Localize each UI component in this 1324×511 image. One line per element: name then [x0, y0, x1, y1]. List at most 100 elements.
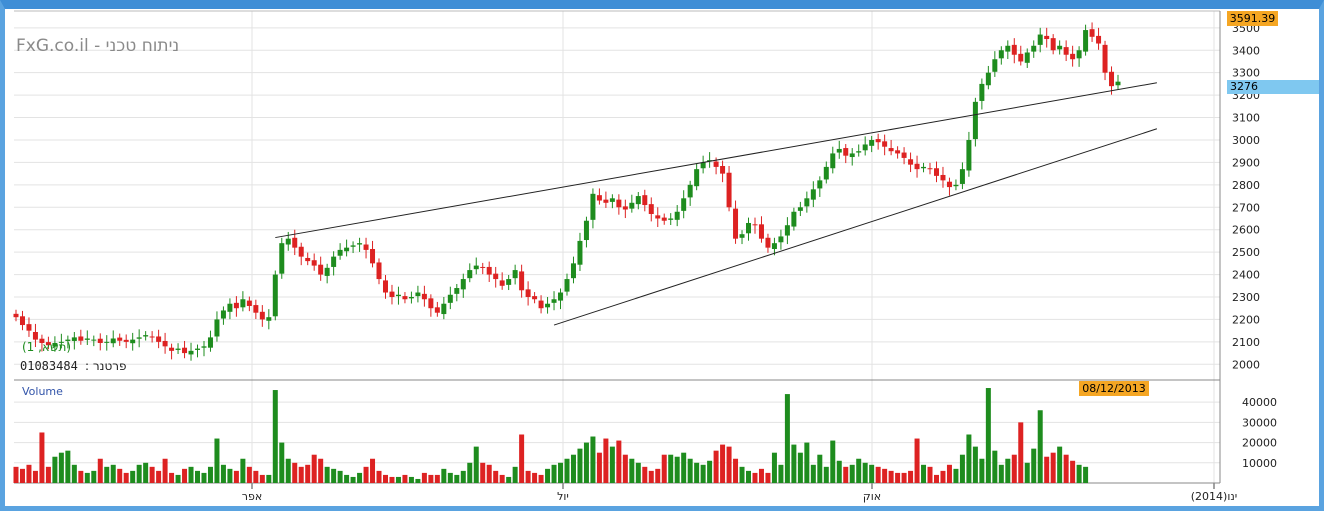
volume-bar: [577, 448, 583, 483]
candle-body: [784, 225, 790, 236]
candle-body: [117, 337, 123, 341]
candle-body: [603, 199, 609, 203]
candle-body: [558, 292, 564, 301]
candle-body: [694, 169, 700, 187]
y-tick-label: 2000: [1232, 358, 1260, 371]
volume-bar: [91, 470, 97, 483]
volume-bar: [564, 458, 570, 483]
volume-bar: [609, 446, 615, 483]
candle-body: [1037, 34, 1043, 45]
candle-body: [512, 270, 518, 279]
volume-bar: [1031, 448, 1037, 483]
candle-body: [778, 236, 784, 243]
date-tag: 08/12/2013: [1079, 381, 1149, 396]
watermark-title: FxG.co.il - ניתוח טכני: [16, 36, 180, 56]
volume-bar: [279, 442, 285, 483]
volume-bar: [823, 466, 829, 483]
volume-bar: [447, 472, 453, 483]
volume-bar: [927, 466, 933, 483]
candle-body: [648, 204, 654, 215]
candle-body: [804, 198, 810, 207]
candle-body: [1011, 44, 1017, 55]
candle-body: [609, 198, 615, 202]
x-tick-label: יול: [557, 490, 569, 503]
candle-body: [162, 340, 168, 347]
candle-body: [169, 347, 175, 351]
candle-body: [914, 163, 920, 170]
volume-bar: [71, 464, 77, 483]
candle-body: [246, 300, 252, 306]
volume-bar: [661, 454, 667, 483]
candle-body: [305, 257, 311, 262]
candle-body: [895, 150, 901, 154]
candle-body: [460, 279, 466, 290]
candle-body: [1109, 71, 1115, 87]
volume-bar: [175, 474, 181, 483]
candle-body: [266, 317, 272, 321]
y-tick-label: 2100: [1232, 336, 1260, 349]
candle-body: [985, 72, 991, 86]
volume-bar: [519, 434, 525, 483]
candle-body: [570, 263, 576, 279]
candle-body: [408, 297, 414, 299]
candle-body: [1018, 53, 1024, 62]
volume-bar: [136, 464, 142, 483]
volume-bar: [84, 472, 90, 483]
volume-bar: [512, 466, 518, 483]
candle-body: [447, 294, 453, 303]
candle-body: [285, 238, 291, 245]
volume-bar: [1076, 464, 1082, 483]
candle-body: [726, 172, 732, 208]
volume-bar: [616, 440, 622, 483]
volume-bar: [655, 468, 661, 483]
candle-body: [1024, 52, 1030, 63]
candle-body: [882, 141, 888, 147]
volume-bar: [32, 470, 38, 483]
candle-body: [979, 83, 985, 101]
volume-tick-label: 20000: [1242, 437, 1277, 450]
candle-body: [583, 220, 589, 241]
volume-bar: [1083, 466, 1089, 483]
candle-body: [110, 338, 116, 344]
candle-body: [84, 338, 90, 340]
volume-bar: [765, 472, 771, 483]
price-chart: 2000 2100 2200 2300 2400 2500 2600 2700 2800 2900…: [13, 10, 1277, 503]
volume-bar: [985, 388, 991, 483]
candle-body: [1089, 29, 1095, 37]
y-tick-label: 3400: [1232, 44, 1260, 57]
volume-bar: [1024, 462, 1030, 483]
candle-body: [739, 234, 745, 238]
candle-body: [357, 243, 363, 245]
volume-bar: [810, 464, 816, 483]
candle-body: [966, 139, 972, 171]
candle-body: [143, 335, 149, 337]
candle-body: [149, 336, 155, 338]
volume-bar: [246, 466, 252, 483]
candle-body: [998, 50, 1004, 59]
volume-bar: [182, 468, 188, 483]
volume-bar: [700, 464, 706, 483]
candle-body: [933, 168, 939, 176]
partner-prefix-text: פרטנר: [92, 359, 127, 373]
candle-body: [91, 339, 97, 341]
x-tick-label: אוק: [863, 490, 881, 503]
candle-body: [992, 59, 998, 72]
volume-bar: [933, 474, 939, 483]
volume-bar: [629, 458, 635, 483]
volume-bar: [13, 466, 19, 483]
volume-bar: [940, 470, 946, 483]
candle-body: [940, 174, 946, 181]
volume-bar: [389, 476, 395, 483]
candle-body: [551, 299, 557, 303]
volume-bar: [188, 466, 194, 483]
volume-bar: [784, 394, 790, 483]
volume-bar: [52, 456, 58, 483]
candle-body: [946, 181, 952, 188]
volume-bar: [992, 450, 998, 483]
candle-body: [1044, 35, 1050, 40]
volume-bar: [648, 470, 654, 483]
volume-bar: [888, 470, 894, 483]
volume-bar: [998, 464, 1004, 483]
candle-body: [746, 222, 752, 234]
volume-bar: [746, 470, 752, 483]
